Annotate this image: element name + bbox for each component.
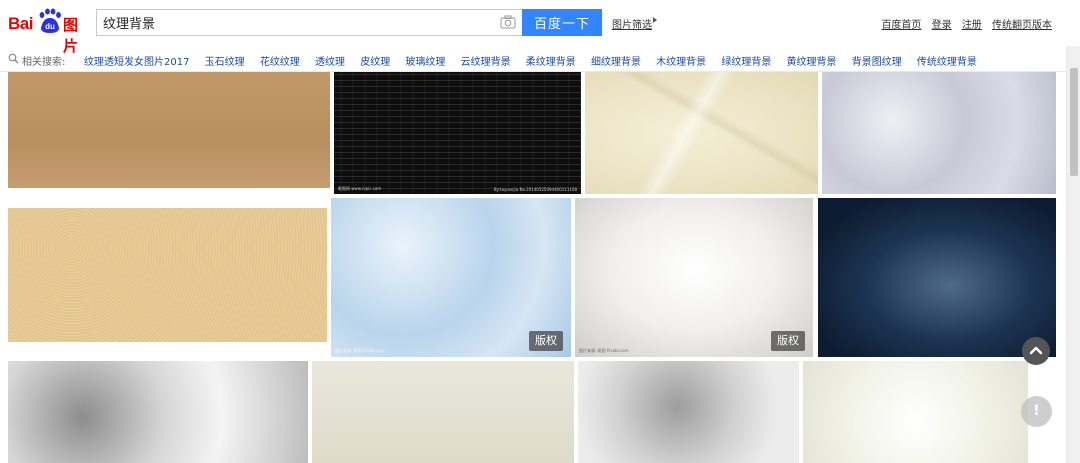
related-item[interactable]: 玉石纹理 — [205, 57, 245, 68]
watermark: 图片来源: 昵图 Pixabi.com — [335, 348, 385, 353]
image-tile-black-weave[interactable]: 昵图网 www.nipic.com By:tayusejia No.201405… — [334, 72, 581, 194]
related-item[interactable]: 绿纹理背景 — [721, 57, 771, 68]
search-icon — [8, 53, 19, 64]
image-tile-ice-blue[interactable]: 图片来源: 昵图 Pixabi.com 版权 — [331, 198, 571, 357]
paw-icon: du — [39, 8, 61, 33]
image-tile-sand[interactable] — [8, 208, 327, 342]
chevron-up-icon — [1029, 346, 1043, 355]
copyright-badge: 版权 — [529, 331, 563, 351]
related-item[interactable]: 柔纹理背景 — [526, 57, 576, 68]
related-searches: 相关搜索: 纹理透短发女图片2017 玉石纹理 花纹纹理 透纹理 皮纹理 玻璃纹… — [0, 46, 1080, 72]
image-tile-stone-grey[interactable] — [578, 361, 799, 463]
home-link[interactable]: 百度首页 — [881, 20, 921, 31]
copyright-badge: 版权 — [771, 331, 805, 351]
image-tile-beige-linen[interactable] — [312, 361, 574, 463]
related-item[interactable]: 纹理透短发女图片2017 — [84, 57, 189, 68]
watermark-left: 昵图网 www.nipic.com — [338, 186, 382, 191]
scroll-thumb[interactable] — [1070, 68, 1078, 176]
register-link[interactable]: 注册 — [962, 20, 982, 31]
related-item[interactable]: 背景图纹理 — [852, 57, 902, 68]
search-button[interactable]: 百度一下 — [522, 9, 602, 36]
top-links: 百度首页 登录 注册 传统翻页版本 — [874, 16, 1052, 31]
related-item[interactable]: 木纹理背景 — [656, 57, 706, 68]
related-item[interactable]: 传统纹理背景 — [917, 57, 977, 68]
baidu-logo[interactable]: Bai du 图片 — [8, 6, 90, 55]
related-label: 相关搜索: — [22, 57, 66, 68]
image-grid: 昵图网 www.nipic.com By:tayusejia No.201405… — [0, 72, 1066, 463]
image-filter-link[interactable]: 图片筛选 — [612, 16, 652, 31]
image-tile-grey-marble[interactable] — [822, 72, 1056, 194]
logo-text: Bai — [8, 14, 33, 33]
image-tile-white-vignette[interactable]: 图片来源: 昵图 Pixabi.com 版权 — [575, 198, 813, 357]
header: Bai du 图片 百度一下 图片筛选 百度首页 登录 注册 传统翻页版本 — [0, 0, 1080, 55]
image-tile-kraft-paper[interactable] — [8, 72, 330, 188]
watermark-right: By:tayusejia No.20140525094400111108 — [493, 187, 577, 192]
classic-version-link[interactable]: 传统翻页版本 — [992, 20, 1052, 31]
image-tile-dark-navy[interactable] — [818, 198, 1056, 357]
camera-icon[interactable] — [500, 15, 516, 29]
image-tile-grunge-grey[interactable] — [8, 361, 308, 463]
related-item[interactable]: 玻璃纹理 — [405, 57, 445, 68]
related-item[interactable]: 皮纹理 — [360, 57, 390, 68]
related-item[interactable]: 透纹理 — [315, 57, 345, 68]
scrollbar[interactable] — [1066, 46, 1080, 463]
related-item[interactable]: 云纹理背景 — [461, 57, 511, 68]
image-tile-crumpled-cream[interactable] — [585, 72, 818, 194]
back-to-top-button[interactable] — [1022, 337, 1050, 365]
image-tile-pale-parchment[interactable] — [803, 361, 1028, 463]
exclamation-icon: ! — [1033, 403, 1040, 419]
feedback-button[interactable]: ! — [1021, 396, 1052, 427]
related-item[interactable]: 花纹纹理 — [260, 57, 300, 68]
filter-arrow-icon — [653, 17, 657, 23]
watermark: 图片来源: 昵图 Pixabi.com — [579, 348, 629, 353]
related-items: 纹理透短发女图片2017 玉石纹理 花纹纹理 透纹理 皮纹理 玻璃纹理 云纹理背… — [84, 53, 989, 68]
login-link[interactable]: 登录 — [932, 20, 952, 31]
logo-paw-text: du — [45, 22, 55, 31]
related-item[interactable]: 黄纹理背景 — [787, 57, 837, 68]
search-input[interactable] — [97, 10, 497, 35]
search-box — [96, 9, 522, 36]
related-item[interactable]: 细纹理背景 — [591, 57, 641, 68]
